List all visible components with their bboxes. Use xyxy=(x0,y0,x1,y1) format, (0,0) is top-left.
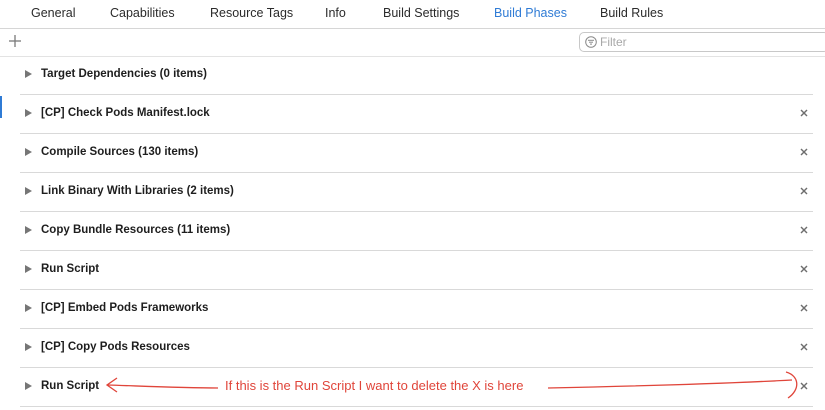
phase-row-copy-bundle-resources[interactable]: Copy Bundle Resources (11 items) xyxy=(20,212,813,251)
phase-title: Copy Bundle Resources (11 items) xyxy=(41,224,231,236)
filter-field[interactable] xyxy=(579,32,825,52)
phase-row-target-dependencies[interactable]: Target Dependencies (0 items) xyxy=(20,56,813,95)
disclosure-triangle-icon[interactable] xyxy=(25,226,32,234)
phases-toolbar xyxy=(0,29,825,57)
delete-phase-close-icon[interactable] xyxy=(797,223,811,237)
tab-resource-tags[interactable]: Resource Tags xyxy=(210,6,293,20)
phase-title: [CP] Check Pods Manifest.lock xyxy=(41,107,210,119)
phase-title: Link Binary With Libraries (2 items) xyxy=(41,185,234,197)
tab-build-rules[interactable]: Build Rules xyxy=(600,6,663,20)
left-edge-marker xyxy=(0,96,2,118)
build-phases-list: Target Dependencies (0 items) [CP] Check… xyxy=(20,56,813,407)
disclosure-triangle-icon[interactable] xyxy=(25,304,32,312)
phase-title: [CP] Embed Pods Frameworks xyxy=(41,302,209,314)
phase-row-copy-pods-resources[interactable]: [CP] Copy Pods Resources xyxy=(20,329,813,368)
disclosure-triangle-icon[interactable] xyxy=(25,382,32,390)
disclosure-triangle-icon[interactable] xyxy=(25,70,32,78)
phase-title: Run Script xyxy=(41,263,100,275)
tab-build-settings[interactable]: Build Settings xyxy=(383,6,459,20)
add-phase-button[interactable] xyxy=(6,32,24,50)
phase-row-compile-sources[interactable]: Compile Sources (130 items) xyxy=(20,134,813,173)
phase-row-link-binary[interactable]: Link Binary With Libraries (2 items) xyxy=(20,173,813,212)
disclosure-triangle-icon[interactable] xyxy=(25,187,32,195)
editor-tab-bar: General Capabilities Resource Tags Info … xyxy=(0,0,825,29)
disclosure-triangle-icon[interactable] xyxy=(25,109,32,117)
delete-phase-close-icon[interactable] xyxy=(797,301,811,315)
phase-row-check-pods-manifest[interactable]: [CP] Check Pods Manifest.lock xyxy=(20,95,813,134)
delete-phase-close-icon[interactable] xyxy=(797,340,811,354)
phase-title: Target Dependencies (0 items) xyxy=(41,68,207,80)
build-phases-window: General Capabilities Resource Tags Info … xyxy=(0,0,825,410)
delete-phase-close-icon[interactable] xyxy=(797,262,811,276)
tab-capabilities[interactable]: Capabilities xyxy=(110,6,175,20)
phase-row-embed-pods-frameworks[interactable]: [CP] Embed Pods Frameworks xyxy=(20,290,813,329)
delete-phase-close-icon[interactable] xyxy=(797,106,811,120)
disclosure-triangle-icon[interactable] xyxy=(25,343,32,351)
disclosure-triangle-icon[interactable] xyxy=(25,265,32,273)
phase-title: Compile Sources (130 items) xyxy=(41,146,199,158)
plus-icon xyxy=(9,35,21,47)
annotation-text: If this is the Run Script I want to dele… xyxy=(225,378,524,393)
delete-phase-close-icon[interactable] xyxy=(797,145,811,159)
disclosure-triangle-icon[interactable] xyxy=(25,148,32,156)
delete-phase-close-icon[interactable] xyxy=(797,184,811,198)
phase-row-run-script-1[interactable]: Run Script xyxy=(20,251,813,290)
tab-info[interactable]: Info xyxy=(325,6,346,20)
tab-general[interactable]: General xyxy=(31,6,75,20)
filter-icon xyxy=(585,36,597,48)
delete-phase-close-icon[interactable] xyxy=(797,379,811,393)
filter-input[interactable] xyxy=(600,34,820,50)
tab-build-phases[interactable]: Build Phases xyxy=(494,6,567,20)
phase-title: Run Script xyxy=(41,380,100,392)
phase-title: [CP] Copy Pods Resources xyxy=(41,341,190,353)
